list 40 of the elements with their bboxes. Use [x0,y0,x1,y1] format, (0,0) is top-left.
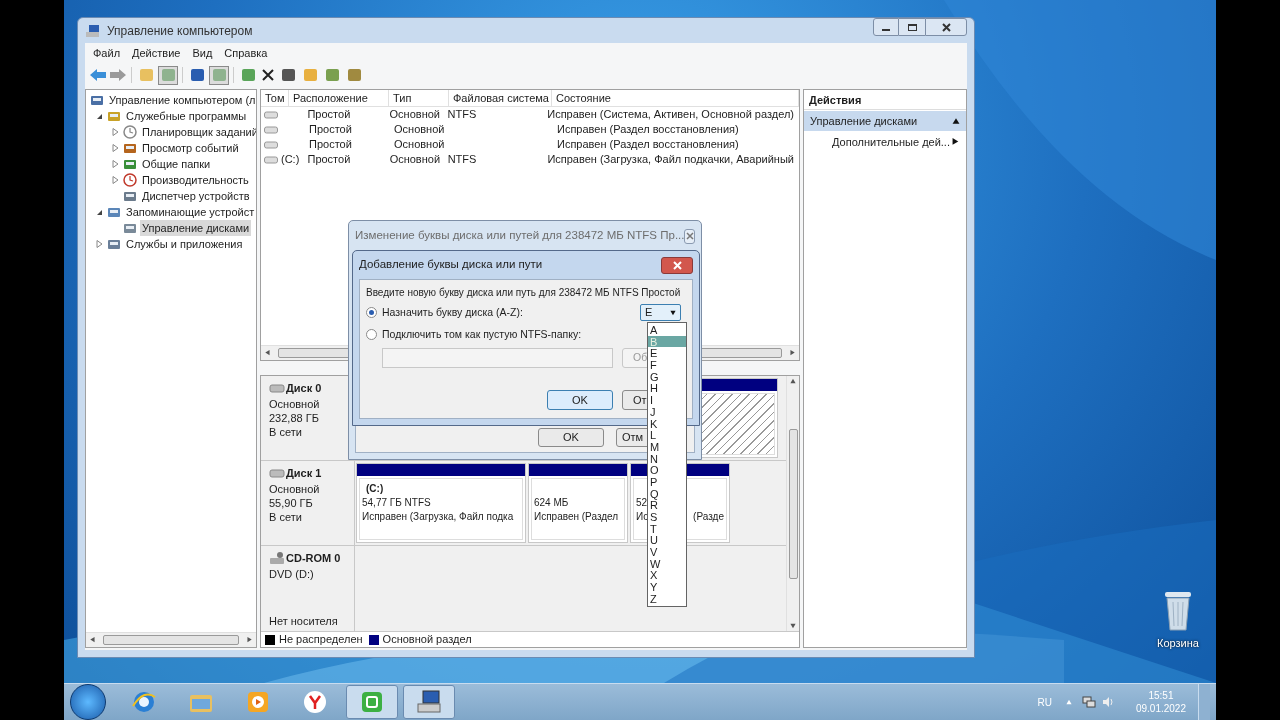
table-cell-text: Исправен (Раздел восстановления) [556,137,740,152]
partition-status: (Разде [693,510,724,524]
disk-detail: Основной [269,396,321,411]
table-cell: (C:) [281,152,300,167]
table-cell: Простой [307,108,351,120]
partition-status: Исправен (Раздел [534,510,619,524]
dialog-prompt: Введите новую букву диска или путь для 238472 МБ NTFS Простой [366,286,682,299]
disk-name: Диск 0 [286,381,322,396]
disk-detail: Нет носителя [269,613,339,629]
disk-name: Диск 1 [286,466,322,481]
table-cell-text: Исправен (Загрузка, Файл подкачки, Аварийный [546,152,795,167]
dialog-title: Изменение буквы диска или путей для 238472 МБ NTFS Пр... [355,228,685,244]
table-cell: Простой [309,123,352,135]
table-cell: Основной [394,123,445,135]
table-cell-text: Исправен (Система, Активен, Основной раздел) [546,107,795,122]
table-cell: Основной [394,138,445,150]
table-cell: Простой [309,138,352,150]
table-cell: NTFS [447,108,477,120]
table-cell: Основной [389,153,441,165]
table-cell-text: Исправен (Раздел восстановления) [556,122,740,137]
legend-label: Основной раздел [382,632,472,648]
partition-size: 624 МБ [534,496,569,510]
disk-detail: Основной [269,481,321,496]
disk-detail: 232,88 ГБ [269,410,320,425]
disk-detail: В сети [269,509,303,524]
window-title: Управление компьютером [107,22,254,40]
dialog-title: Добавление буквы диска или пути [359,257,543,273]
disk-name: CD-ROM 0 [286,551,341,566]
actions-title: Действия [804,90,966,110]
table-cell: Простой [307,153,351,165]
disk-detail: 55,90 ГБ [269,495,314,510]
partition-label: (C:) [365,482,384,496]
partition-size: 52 [636,496,648,510]
legend-label: Не распределен [279,632,363,648]
disk-detail: DVD (D:) [269,566,315,581]
table-cell: NTFS [447,153,477,165]
table-cell: Основной [389,108,440,120]
disk-detail: В сети [269,424,303,439]
partition-size: 54,77 ГБ NTFS [362,496,431,510]
partition-status: Исправен (Загрузка, Файл подка [362,510,514,524]
